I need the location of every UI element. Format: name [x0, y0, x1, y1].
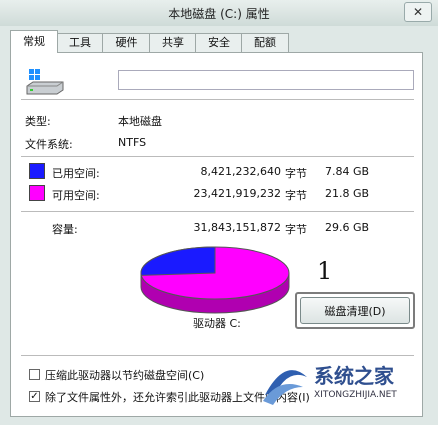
type-label: 类型:	[25, 115, 51, 128]
compress-checkbox[interactable]	[29, 369, 40, 380]
used-space-label: 已用空间:	[52, 167, 100, 180]
free-space-label: 可用空间:	[52, 189, 100, 202]
capacity-unit: 字节	[285, 223, 307, 236]
free-space-unit: 字节	[285, 189, 307, 202]
watermark-text: 系统之家	[314, 364, 394, 388]
free-space-size: 21.8 GB	[325, 187, 370, 200]
divider	[21, 211, 414, 212]
title-bar: 本地磁盘 (C:) 属性 ✕	[0, 0, 438, 26]
free-space-swatch	[29, 185, 45, 201]
index-checkbox[interactable]: ✓	[29, 391, 40, 402]
watermark: 系统之家 XITONGZHIJIA.NET	[259, 355, 429, 415]
filesystem-label: 文件系统:	[25, 138, 73, 151]
annotation-number: 1	[317, 257, 333, 285]
capacity-bytes: 31,843,151,872	[193, 221, 281, 234]
divider	[21, 156, 414, 157]
compress-label: 压缩此驱动器以节约磁盘空间(C)	[45, 369, 205, 382]
divider	[21, 99, 414, 100]
disk-usage-pie	[140, 246, 290, 314]
capacity-label: 容量:	[52, 223, 78, 236]
tab-tools[interactable]: 工具	[56, 33, 104, 52]
volume-name-input[interactable]	[118, 70, 414, 90]
watermark-url: XITONGZHIJIA.NET	[314, 390, 397, 400]
close-button[interactable]: ✕	[404, 2, 432, 22]
used-space-size: 7.84 GB	[325, 165, 370, 178]
drive-icon	[26, 69, 64, 95]
check-icon: ✓	[30, 391, 39, 402]
tab-hardware[interactable]: 硬件	[102, 33, 151, 52]
tab-security[interactable]: 安全	[195, 33, 243, 52]
drive-letter-label: 驱动器 C:	[193, 317, 241, 330]
disk-cleanup-button[interactable]: 磁盘清理(D)	[300, 297, 410, 324]
tab-general[interactable]: 常规	[10, 30, 58, 53]
filesystem-value: NTFS	[118, 136, 147, 149]
used-space-bytes: 8,421,232,640	[200, 165, 281, 178]
used-space-unit: 字节	[285, 167, 307, 180]
watermark-logo-icon	[263, 370, 307, 405]
pie-used-slice	[140, 246, 216, 276]
type-value: 本地磁盘	[118, 115, 162, 128]
close-icon: ✕	[412, 5, 424, 19]
free-space-bytes: 23,421,919,232	[193, 187, 281, 200]
capacity-size: 29.6 GB	[325, 221, 370, 234]
window-title: 本地磁盘 (C:) 属性	[168, 7, 270, 21]
tab-sharing[interactable]: 共享	[149, 33, 197, 52]
tab-quota[interactable]: 配额	[241, 33, 289, 52]
used-space-swatch	[29, 163, 45, 179]
